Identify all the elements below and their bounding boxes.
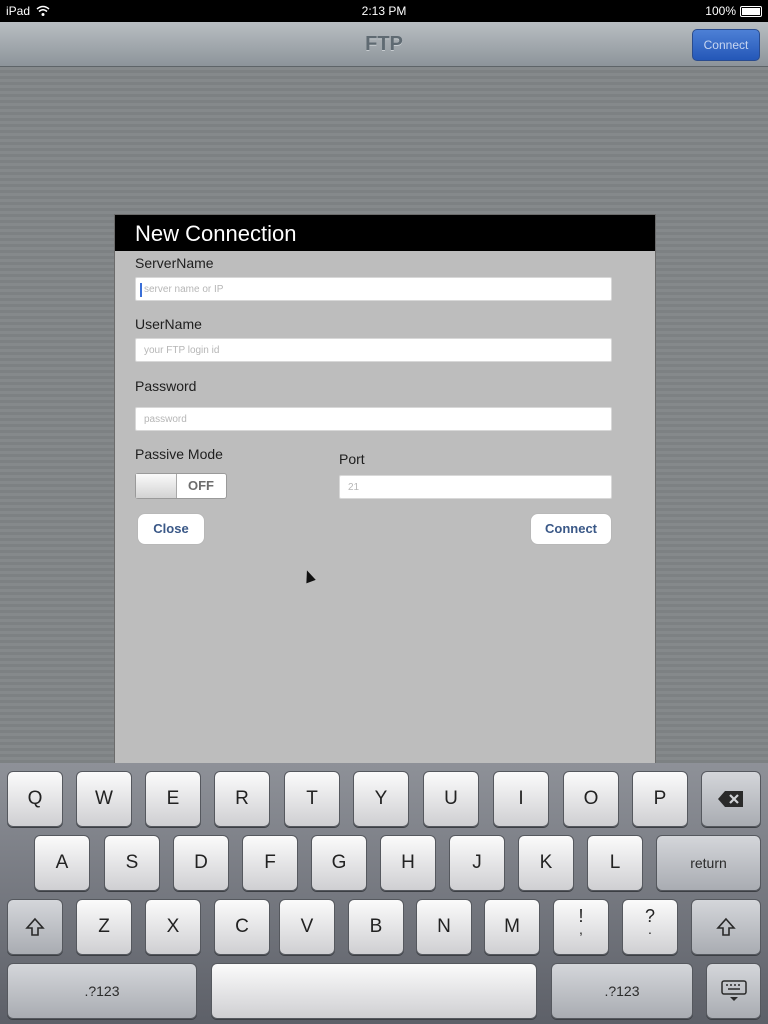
shift-right-key[interactable] xyxy=(691,899,761,955)
navigation-bar: FTP Connect xyxy=(0,22,768,67)
key-j[interactable]: J xyxy=(449,835,505,891)
servername-label: ServerName xyxy=(135,255,214,271)
username-field[interactable]: your FTP login id xyxy=(135,338,612,362)
key-o[interactable]: O xyxy=(563,771,619,827)
key-t[interactable]: T xyxy=(284,771,340,827)
key-w[interactable]: W xyxy=(76,771,132,827)
toggle-knob xyxy=(136,474,177,498)
key-f[interactable]: F xyxy=(242,835,298,891)
port-label: Port xyxy=(339,451,365,467)
passive-mode-toggle[interactable]: OFF xyxy=(135,473,227,499)
backspace-key[interactable] xyxy=(701,771,761,827)
password-label: Password xyxy=(135,378,197,394)
new-connection-dialog: New Connection ServerName server name or… xyxy=(114,214,656,776)
shift-left-key[interactable] xyxy=(7,899,63,955)
nav-title: FTP xyxy=(365,33,403,55)
port-field[interactable]: 21 xyxy=(339,475,612,499)
shift-icon xyxy=(25,917,45,936)
key-x[interactable]: X xyxy=(145,899,201,955)
backspace-icon xyxy=(718,790,743,807)
key-l[interactable]: L xyxy=(587,835,643,891)
key-v[interactable]: V xyxy=(279,899,335,955)
password-field[interactable]: password xyxy=(135,407,612,431)
key-y[interactable]: Y xyxy=(353,771,409,827)
nav-connect-button[interactable]: Connect xyxy=(692,29,760,61)
shift-icon xyxy=(716,917,736,936)
status-bar: iPad 2:13 PM 100% xyxy=(0,0,768,22)
key-period: . xyxy=(648,921,652,937)
keyboard-dismiss-key[interactable] xyxy=(706,963,761,1019)
key-h[interactable]: H xyxy=(380,835,436,891)
key-r[interactable]: R xyxy=(214,771,270,827)
key-a[interactable]: A xyxy=(34,835,90,891)
key-g[interactable]: G xyxy=(311,835,367,891)
password-placeholder: password xyxy=(144,414,187,425)
clock: 2:13 PM xyxy=(361,4,407,18)
battery-percentage: 100% xyxy=(705,4,736,18)
key-k[interactable]: K xyxy=(518,835,574,891)
numbers-right-key[interactable]: .?123 xyxy=(551,963,693,1019)
key-z[interactable]: Z xyxy=(76,899,132,955)
numbers-left-key[interactable]: .?123 xyxy=(7,963,197,1019)
key-exclaim-comma[interactable]: ! , xyxy=(553,899,609,955)
passive-mode-label: Passive Mode xyxy=(135,446,223,462)
key-q[interactable]: Q xyxy=(7,771,63,827)
key-m[interactable]: M xyxy=(484,899,540,955)
key-c[interactable]: C xyxy=(214,899,270,955)
keyboard-dismiss-icon xyxy=(720,980,747,1001)
key-p[interactable]: P xyxy=(632,771,688,827)
connect-button[interactable]: Connect xyxy=(530,513,612,545)
key-n[interactable]: N xyxy=(416,899,472,955)
servername-field[interactable]: server name or IP xyxy=(135,277,612,301)
close-button[interactable]: Close xyxy=(137,513,205,545)
servername-placeholder: server name or IP xyxy=(144,284,224,295)
battery-icon xyxy=(740,6,762,17)
space-key[interactable] xyxy=(211,963,537,1019)
dialog-title: New Connection xyxy=(135,221,297,246)
dialog-header: New Connection xyxy=(115,215,655,251)
return-key[interactable]: return xyxy=(656,835,761,891)
username-placeholder: your FTP login id xyxy=(144,345,220,356)
key-d[interactable]: D xyxy=(173,835,229,891)
key-question-period[interactable]: ? . xyxy=(622,899,678,955)
key-u[interactable]: U xyxy=(423,771,479,827)
key-b[interactable]: B xyxy=(348,899,404,955)
key-s[interactable]: S xyxy=(104,835,160,891)
key-i[interactable]: I xyxy=(493,771,549,827)
keyboard: Q W E R T Y U I O P A S D F G H J K L re… xyxy=(0,763,768,1024)
username-label: UserName xyxy=(135,316,202,332)
port-placeholder: 21 xyxy=(348,482,360,493)
key-e[interactable]: E xyxy=(145,771,201,827)
key-comma: , xyxy=(579,921,583,937)
text-cursor xyxy=(140,283,142,297)
toggle-state: OFF xyxy=(188,478,214,493)
